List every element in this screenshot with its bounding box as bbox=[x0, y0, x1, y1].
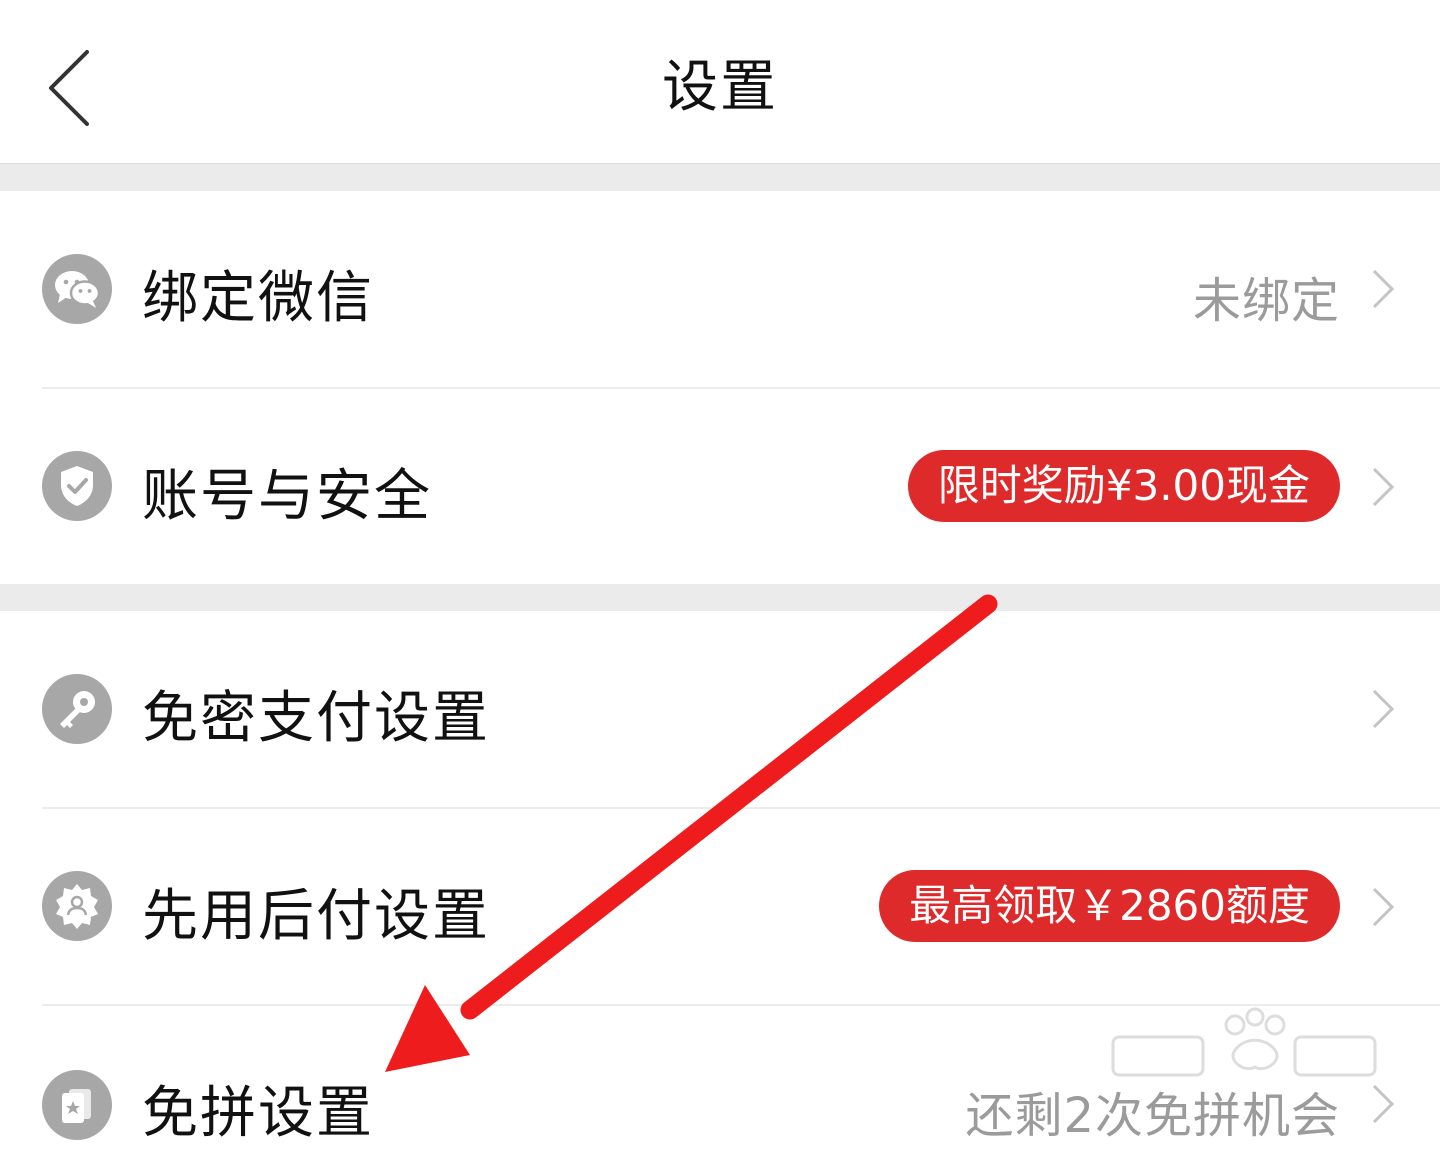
section-gap bbox=[0, 584, 1440, 611]
settings-item-label: 免密支付设置 bbox=[142, 686, 490, 751]
chevron-right-icon bbox=[1372, 887, 1395, 927]
badge-person-icon bbox=[42, 871, 112, 941]
chevron-right-icon bbox=[1372, 1084, 1395, 1124]
section-gap bbox=[0, 164, 1440, 191]
chevron-right-icon bbox=[1372, 689, 1395, 729]
free-group-buy-remaining: 还剩2次免拼机会 bbox=[965, 1088, 1340, 1144]
settings-item-label: 绑定微信 bbox=[142, 266, 374, 331]
settings-item-password-free-payment[interactable]: 免密支付设置 bbox=[0, 611, 1440, 807]
top-nav-bar: 设置 bbox=[0, 0, 1440, 164]
chevron-right-icon bbox=[1372, 467, 1395, 507]
credit-limit-badge: 最高领取￥2860额度 bbox=[879, 870, 1340, 942]
chevron-right-icon bbox=[1372, 269, 1395, 309]
settings-item-free-group-buy[interactable]: 免拼设置 还剩2次免拼机会 bbox=[0, 1006, 1440, 1146]
wechat-bind-status: 未绑定 bbox=[1192, 273, 1340, 329]
key-icon bbox=[42, 674, 112, 744]
wechat-icon bbox=[42, 254, 112, 324]
shield-check-icon bbox=[42, 451, 112, 521]
page-title: 设置 bbox=[662, 55, 778, 120]
reward-badge: 限时奖励¥3.00现金 bbox=[907, 450, 1340, 522]
settings-item-label: 账号与安全 bbox=[142, 464, 432, 529]
card-star-icon bbox=[42, 1070, 112, 1140]
settings-item-bind-wechat[interactable]: 绑定微信 未绑定 bbox=[0, 191, 1440, 387]
settings-item-label: 先用后付设置 bbox=[142, 884, 490, 949]
settings-item-label: 免拼设置 bbox=[142, 1081, 374, 1146]
settings-item-pay-later[interactable]: 先用后付设置 最高领取￥2860额度 bbox=[0, 809, 1440, 1004]
settings-item-account-security[interactable]: 账号与安全 限时奖励¥3.00现金 bbox=[0, 389, 1440, 584]
